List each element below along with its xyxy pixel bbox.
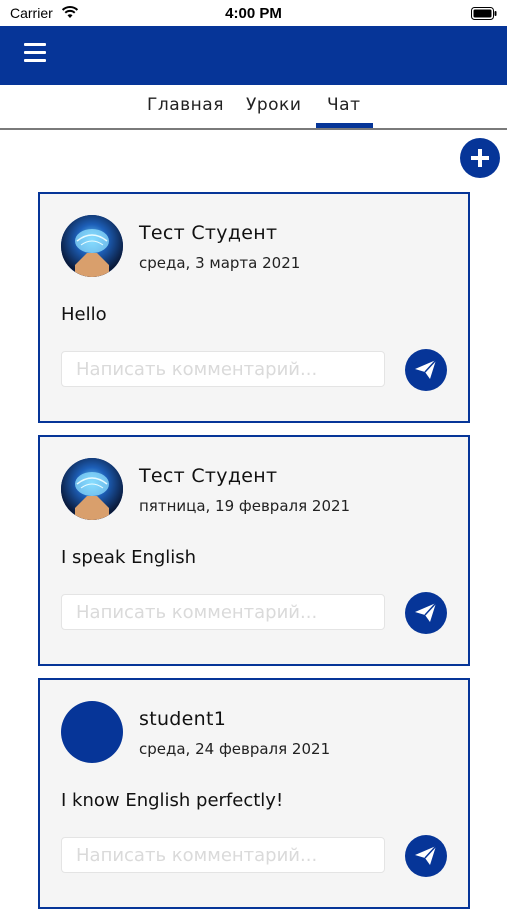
post-date: пятница, 19 февраля 2021 (139, 497, 351, 515)
send-comment-button[interactable] (405, 349, 447, 391)
post-message: I speak English (61, 547, 197, 568)
send-comment-button[interactable] (405, 835, 447, 877)
tab-chat[interactable]: Чат (327, 95, 360, 115)
post-message: I know English perfectly! (61, 790, 284, 811)
tab-divider (0, 128, 507, 130)
post-author: Тест Студент (139, 465, 278, 487)
brain-image (61, 215, 123, 277)
avatar (61, 458, 123, 520)
post-author: Тест Студент (139, 222, 278, 244)
tab-bar: Главная Уроки Чат (0, 85, 507, 129)
brain-image (61, 458, 123, 520)
comment-input[interactable] (61, 351, 385, 387)
hamburger-menu-icon[interactable] (24, 43, 48, 65)
post-message: Hello (61, 304, 107, 325)
send-comment-button[interactable] (405, 592, 447, 634)
comment-input[interactable] (61, 837, 385, 873)
post-date: среда, 3 марта 2021 (139, 254, 301, 272)
post-card: Тест Студент пятница, 19 февраля 2021 I … (38, 435, 470, 666)
clock: 4:00 PM (225, 5, 282, 22)
tab-lessons[interactable]: Уроки (246, 95, 301, 115)
send-icon (415, 846, 437, 865)
send-icon (415, 603, 437, 622)
post-card: Тест Студент среда, 3 марта 2021 Hello (38, 192, 470, 423)
avatar (61, 215, 123, 277)
send-icon (415, 360, 437, 379)
comment-input[interactable] (61, 594, 385, 630)
post-author: student1 (139, 708, 227, 730)
tab-home[interactable]: Главная (147, 95, 224, 115)
avatar (61, 701, 123, 763)
app-header (0, 26, 507, 85)
status-bar: Carrier 4:00 PM (0, 0, 507, 26)
post-date: среда, 24 февраля 2021 (139, 740, 331, 758)
add-post-button[interactable] (460, 138, 500, 178)
post-card: student1 среда, 24 февраля 2021 I know E… (38, 678, 470, 909)
battery-icon (471, 7, 497, 20)
